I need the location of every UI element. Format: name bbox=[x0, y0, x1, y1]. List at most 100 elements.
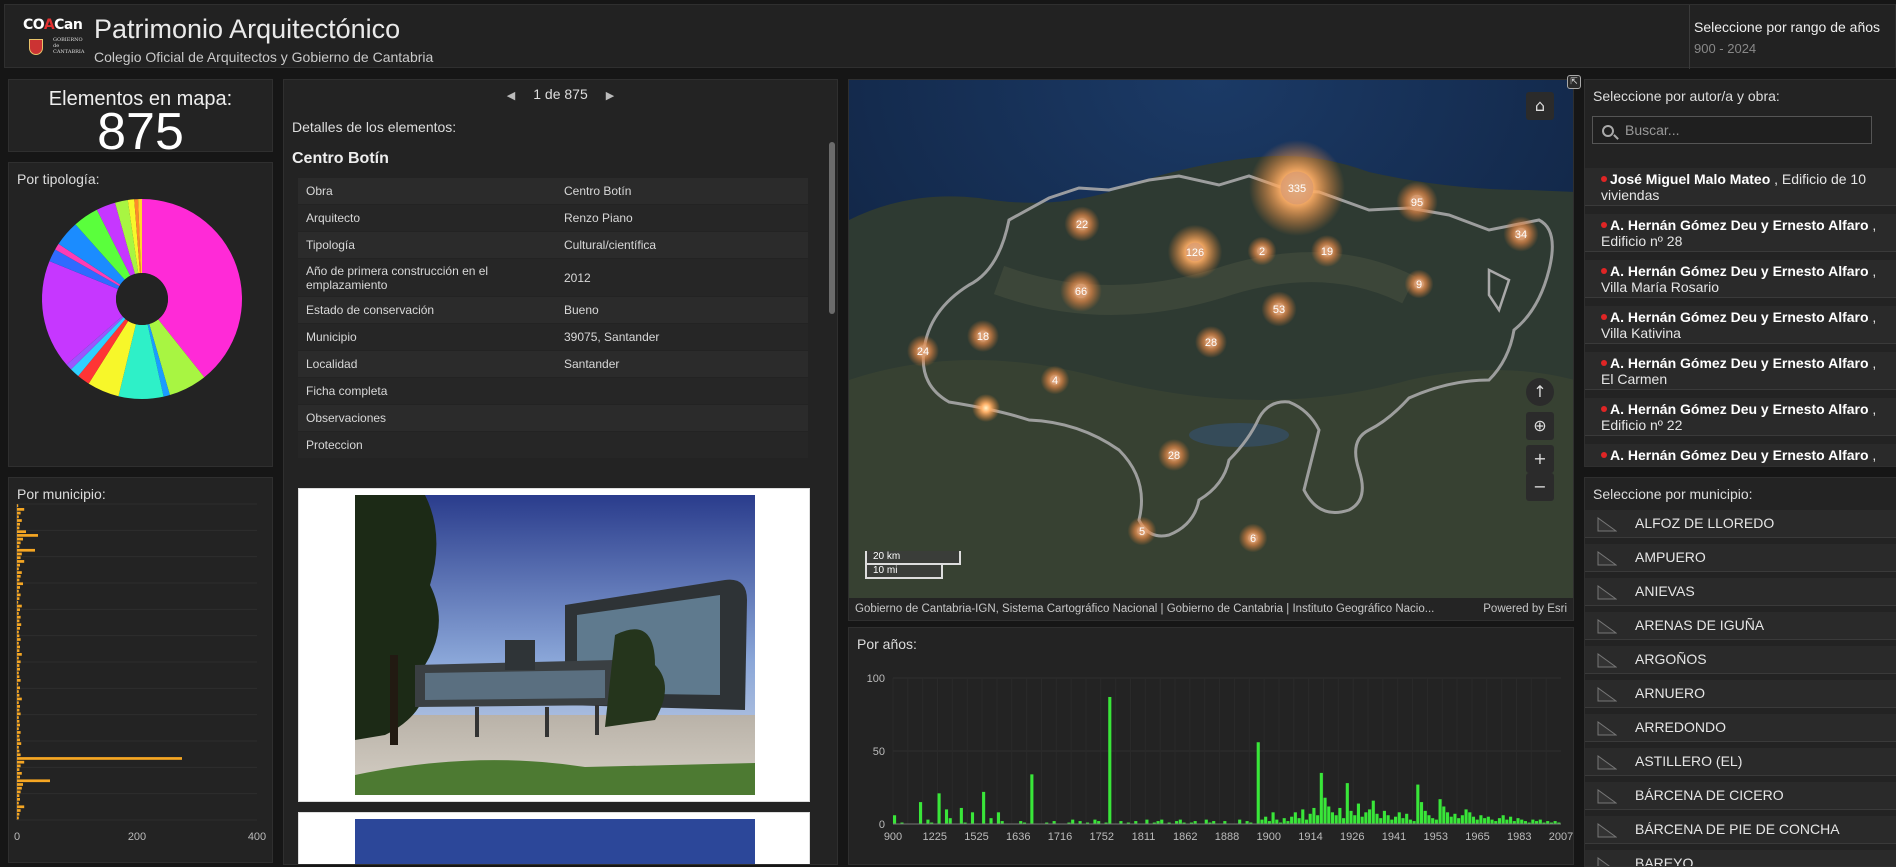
municipio-bar[interactable] bbox=[17, 608, 20, 612]
year-bar[interactable] bbox=[918, 802, 923, 824]
municipio-bar[interactable] bbox=[17, 768, 20, 771]
municipio-bar[interactable] bbox=[17, 705, 20, 708]
municipio-bar[interactable] bbox=[17, 548, 35, 552]
year-bar[interactable] bbox=[970, 812, 975, 824]
year-bar[interactable] bbox=[1442, 806, 1446, 824]
year-bar[interactable] bbox=[1416, 784, 1420, 824]
cluster-count[interactable]: 9 bbox=[1416, 279, 1422, 291]
municipio-bar[interactable] bbox=[17, 786, 22, 790]
year-bar[interactable] bbox=[1445, 812, 1450, 824]
municipio-bar[interactable] bbox=[17, 742, 22, 745]
author-item[interactable]: A. Hernán Gómez Deu y Ernesto Alfaro , E… bbox=[1585, 352, 1896, 390]
municipio-bar[interactable] bbox=[17, 511, 21, 515]
year-bar[interactable] bbox=[1204, 819, 1208, 824]
year-bar[interactable] bbox=[1308, 813, 1312, 824]
year-bar[interactable] bbox=[1423, 810, 1427, 824]
year-bar[interactable] bbox=[1160, 819, 1164, 824]
year-bar[interactable] bbox=[1419, 802, 1424, 824]
year-bar[interactable] bbox=[1401, 818, 1405, 824]
cluster-count[interactable]: 335 bbox=[1288, 183, 1306, 195]
municipio-bar[interactable] bbox=[17, 686, 20, 690]
municipio-bar[interactable] bbox=[17, 534, 38, 537]
municipio-bar[interactable] bbox=[17, 519, 22, 522]
year-bar[interactable] bbox=[937, 793, 941, 824]
municipio-bar[interactable] bbox=[17, 504, 19, 508]
municipio-bar-chart[interactable]: 0 200 400 bbox=[9, 500, 274, 860]
municipio-bar[interactable] bbox=[17, 597, 20, 600]
year-bar[interactable] bbox=[1282, 818, 1286, 824]
cluster-count[interactable]: 34 bbox=[1515, 229, 1527, 241]
year-bar[interactable] bbox=[1093, 819, 1097, 824]
municipio-bar[interactable] bbox=[17, 760, 25, 764]
municipio-bar[interactable] bbox=[17, 522, 20, 526]
attribution-text[interactable]: Gobierno de Cantabria-IGN, Sistema Carto… bbox=[855, 603, 1434, 615]
year-bar[interactable] bbox=[959, 807, 963, 824]
municipio-bar[interactable] bbox=[17, 638, 21, 641]
map-view[interactable]: 335 95 34 22 126 2 19 9 66 53 18 24 28 4 28 5 6 ⌂ ↑ ⊕ + … bbox=[848, 79, 1574, 621]
year-bar[interactable] bbox=[1293, 812, 1297, 824]
municipio-bar[interactable] bbox=[17, 563, 20, 567]
powered-by-esri[interactable]: Powered by Esri bbox=[1475, 598, 1567, 620]
municipio-bar[interactable] bbox=[17, 530, 26, 534]
year-bar[interactable] bbox=[1464, 809, 1468, 824]
year-bar[interactable] bbox=[1457, 818, 1461, 824]
year-bar[interactable] bbox=[1382, 810, 1386, 824]
author-item[interactable]: A. Hernán Gómez Deu y Ernesto Alfaro , V… bbox=[1585, 306, 1896, 344]
year-bar[interactable] bbox=[1509, 816, 1513, 824]
year-bar[interactable] bbox=[1264, 816, 1268, 824]
year-bar[interactable] bbox=[1342, 818, 1346, 824]
year-bar[interactable] bbox=[1323, 797, 1327, 824]
year-range-filter[interactable]: Seleccione por rango de años 900 - 2024 bbox=[1689, 5, 1896, 69]
details-scrollbar[interactable] bbox=[829, 142, 835, 314]
municipio-bar[interactable] bbox=[17, 567, 19, 571]
municipio-bar[interactable] bbox=[17, 771, 22, 775]
year-bar[interactable] bbox=[996, 812, 1001, 824]
municipio-bar[interactable] bbox=[17, 660, 21, 664]
municipio-bar[interactable] bbox=[17, 552, 22, 556]
municipio-bar[interactable] bbox=[17, 738, 20, 742]
year-bar[interactable] bbox=[1449, 816, 1453, 824]
year-bar[interactable] bbox=[1364, 812, 1368, 824]
year-bar[interactable] bbox=[1071, 819, 1075, 824]
municipio-bar[interactable] bbox=[17, 757, 182, 760]
year-bar[interactable] bbox=[1483, 818, 1487, 824]
year-bar[interactable] bbox=[1345, 783, 1349, 824]
year-bar[interactable] bbox=[1030, 774, 1034, 824]
prev-arrow-icon[interactable]: ◀ bbox=[489, 89, 533, 102]
municipio-bar[interactable] bbox=[17, 612, 19, 615]
cluster-count[interactable]: 2 bbox=[1259, 246, 1265, 258]
year-bar[interactable] bbox=[1460, 815, 1464, 824]
year-bar[interactable] bbox=[1516, 818, 1520, 824]
building-photo-card[interactable] bbox=[298, 812, 810, 864]
author-item[interactable]: A. Hernán Gómez Deu y Ernesto Alfaro , E… bbox=[1585, 214, 1896, 252]
year-bar[interactable] bbox=[1386, 815, 1390, 824]
municipio-bar[interactable] bbox=[17, 645, 20, 649]
zoom-out-button[interactable]: − bbox=[1526, 473, 1554, 501]
municipio-item[interactable]: ARENAS DE IGUÑA bbox=[1585, 612, 1896, 640]
year-bar[interactable] bbox=[1327, 806, 1331, 824]
cluster-count[interactable]: 4 bbox=[1052, 375, 1058, 387]
municipio-bar[interactable] bbox=[17, 541, 21, 545]
author-item[interactable]: A. Hernán Gómez Deu y Ernesto Alfaro , E… bbox=[1585, 398, 1896, 436]
municipio-item[interactable]: ARREDONDO bbox=[1585, 714, 1896, 742]
year-bar[interactable] bbox=[1453, 813, 1457, 824]
year-bar[interactable] bbox=[1520, 819, 1524, 824]
municipio-bar[interactable] bbox=[17, 764, 21, 768]
municipio-item[interactable]: ARGOÑOS bbox=[1585, 646, 1896, 674]
municipio-bar[interactable] bbox=[17, 526, 20, 530]
year-bar[interactable] bbox=[1178, 819, 1182, 824]
year-bar[interactable] bbox=[1334, 815, 1338, 824]
year-bar[interactable] bbox=[948, 818, 952, 824]
municipio-bar[interactable] bbox=[17, 805, 25, 809]
municipio-item[interactable]: AMPUERO bbox=[1585, 544, 1896, 572]
year-bar[interactable] bbox=[1538, 819, 1542, 824]
year-bar[interactable] bbox=[1238, 819, 1242, 824]
detail-key[interactable]: Ficha completa bbox=[298, 380, 556, 402]
municipio-bar[interactable] bbox=[17, 623, 22, 626]
municipio-bar[interactable] bbox=[17, 593, 21, 597]
year-bar[interactable] bbox=[1301, 809, 1305, 824]
year-bar[interactable] bbox=[1145, 819, 1149, 824]
municipio-bar[interactable] bbox=[17, 574, 21, 578]
year-bar[interactable] bbox=[1505, 819, 1509, 824]
municipio-bar[interactable] bbox=[17, 719, 20, 723]
